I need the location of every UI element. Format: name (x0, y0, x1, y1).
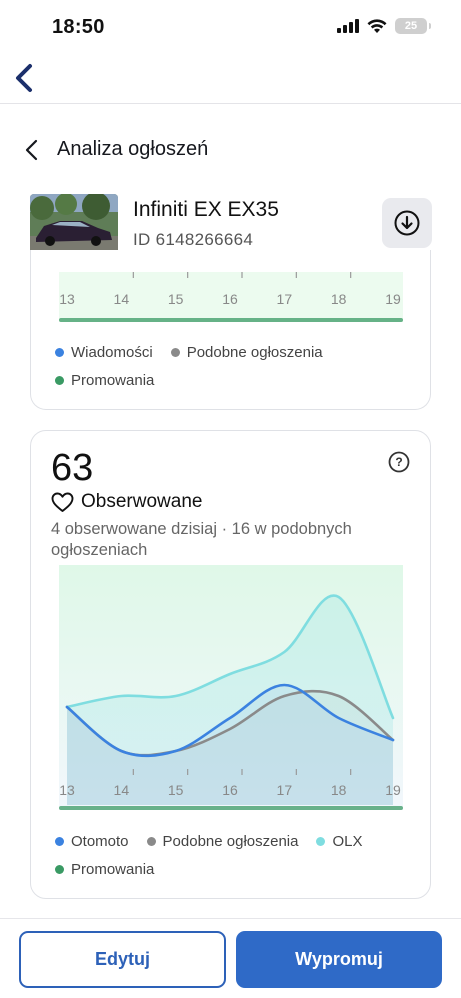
legend-label: OLX (332, 833, 363, 850)
listing-id: ID 6148266664 (133, 230, 254, 249)
signal-icon (337, 19, 359, 33)
legend-dot (146, 837, 156, 846)
action-bar: Edytuj Wypromuj (0, 918, 461, 998)
x-tick-label: 19 (385, 782, 401, 798)
download-button[interactable] (382, 198, 432, 248)
status-bar: 18:50 25 (0, 0, 461, 54)
legend-label: Podobne ogłoszenia (186, 344, 323, 361)
svg-text:?: ? (395, 455, 402, 469)
status-icons: 25 (337, 18, 431, 34)
wifi-icon (367, 18, 387, 33)
messages-card: 13 14 15 16 17 18 19 Wiadomości Podobne ogłosze… (30, 250, 431, 410)
chevron-left-icon (25, 139, 38, 161)
x-tick-label: 17 (277, 782, 293, 798)
legend-dot (170, 348, 180, 357)
x-tick-label: 13 (59, 782, 75, 798)
legend-dot (55, 865, 64, 874)
messages-legend: Wiadomości Podobne ogłoszenia Promowania (55, 344, 415, 389)
listing-title: Infiniti EX EX35 (133, 198, 279, 221)
watched-legend-item: Promowania (55, 861, 154, 878)
watched-legend: Otomoto Podobne ogłoszenia OLX Promowania (55, 833, 415, 878)
x-tick-label: 15 (168, 782, 184, 798)
legend-label: Otomoto (71, 833, 129, 850)
page-header: Analiza ogłoszeń (0, 128, 461, 172)
promote-button[interactable]: Wypromuj (236, 931, 442, 988)
x-tick-label: 17 (277, 291, 293, 307)
watched-count: 63 (51, 447, 94, 489)
watched-legend-item: Podobne ogłoszenia (146, 833, 299, 850)
legend-dot (55, 376, 64, 385)
watched-legend-item: OLX (316, 833, 363, 850)
listing-thumbnail (30, 194, 118, 254)
promotion-bar (59, 806, 403, 810)
legend-label: Wiadomości (71, 344, 153, 361)
x-tick-label: 15 (168, 291, 184, 307)
x-tick-label: 14 (114, 782, 130, 798)
status-time: 18:50 (52, 16, 105, 38)
x-tick-label: 19 (385, 291, 401, 307)
watched-subtitle: 4 obserwowane dzisiaj · 16 w podobnych o… (51, 520, 352, 559)
legend-dot (316, 837, 326, 846)
promotion-bar (59, 318, 403, 322)
help-icon[interactable]: ? (388, 451, 410, 473)
battery-indicator: 25 (395, 18, 431, 34)
legend-dot (55, 348, 64, 357)
legend-label: Podobne ogłoszenia (162, 833, 299, 850)
x-tick-label: 16 (222, 782, 238, 798)
watched-chart: 13 14 15 16 17 18 19 (59, 565, 403, 810)
header-back-button[interactable] (18, 136, 46, 164)
legend-dot (55, 837, 64, 846)
listing-summary: Infiniti EX EX35 ID 6148266664 (30, 194, 432, 256)
messages-chart: 13 14 15 16 17 18 19 (59, 272, 403, 322)
watched-label-row: Obserwowane (51, 491, 202, 513)
legend-label: Promowania (71, 372, 155, 389)
watched-legend-item: Otomoto (55, 833, 129, 850)
x-tick-label: 18 (331, 291, 347, 307)
watched-label: Obserwowane (81, 491, 203, 512)
edit-button[interactable]: Edytuj (19, 931, 226, 988)
car-photo (30, 194, 118, 254)
chevron-left-icon (16, 64, 32, 92)
messages-legend-item: Podobne ogłoszenia (170, 344, 323, 361)
download-icon (394, 210, 420, 236)
messages-legend-item: Wiadomości (55, 344, 153, 361)
page-title: Analiza ogłoszeń (57, 138, 209, 160)
watched-card: 63 ? Obserwowane 4 obserwowane dzisiaj ·… (30, 430, 431, 899)
x-tick-label: 13 (59, 291, 75, 307)
nav-back-button[interactable] (8, 58, 40, 98)
legend-label: Promowania (71, 861, 155, 878)
heart-icon (51, 492, 74, 512)
x-tick-label: 14 (114, 291, 130, 307)
x-tick-label: 18 (331, 782, 347, 798)
x-tick-label: 16 (222, 291, 238, 307)
nav-bar (0, 54, 461, 104)
messages-legend-item: Promowania (55, 372, 154, 389)
